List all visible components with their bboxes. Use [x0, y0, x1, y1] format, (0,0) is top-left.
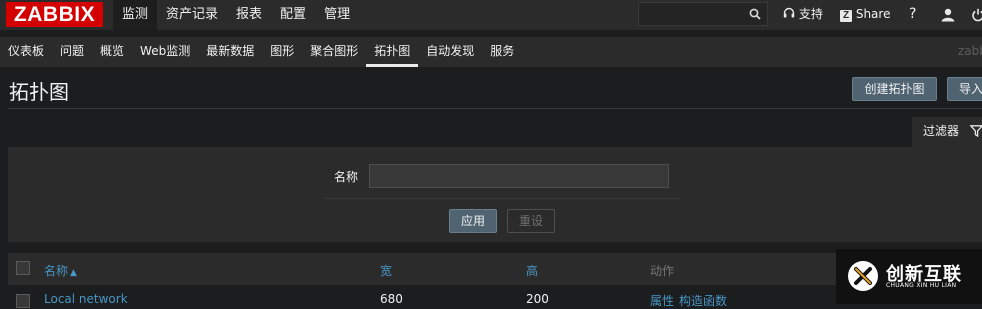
filter-name-label: 名称: [334, 170, 359, 184]
sub-menu: 仪表板 问题 概览 Web监测 最新数据 图形 聚合图形 拓扑图 自动发现 服务: [0, 37, 522, 67]
map-properties-link[interactable]: 属性: [650, 292, 674, 309]
main-menu-reports[interactable]: 报表: [227, 0, 271, 30]
column-width-header[interactable]: 宽: [380, 262, 392, 279]
help-button[interactable]: ?: [909, 0, 916, 30]
sub-menu-dashboard[interactable]: 仪表板: [0, 37, 52, 67]
watermark-logo: 创新互联 CHUANG XIN HU LIAN: [836, 249, 982, 304]
sort-ascending-icon: ▲: [70, 268, 77, 278]
sign-out-icon[interactable]: [972, 8, 982, 22]
row-checkbox[interactable]: [16, 294, 30, 308]
main-menu-inventory[interactable]: 资产记录: [157, 0, 227, 30]
apply-button[interactable]: 应用: [449, 209, 497, 233]
main-menu-monitoring[interactable]: 监测: [113, 0, 158, 30]
select-all-checkbox[interactable]: [16, 261, 30, 275]
title-divider: [8, 108, 982, 109]
map-constructor-link[interactable]: 构造函数: [679, 292, 727, 309]
reset-button[interactable]: 重设: [507, 209, 555, 233]
brand-x-icon: [848, 261, 878, 291]
headset-icon: [783, 7, 795, 18]
column-actions-header: 动作: [650, 264, 675, 278]
sub-menu-services[interactable]: 服务: [482, 37, 522, 67]
filter-icon: [970, 125, 982, 137]
column-height-header[interactable]: 高: [526, 262, 538, 279]
sub-menu-graphs[interactable]: 图形: [262, 37, 302, 67]
main-menu-administration[interactable]: 管理: [315, 0, 359, 30]
sub-navigation-bar: 仪表板 问题 概览 Web监测 最新数据 图形 聚合图形 拓扑图 自动发现 服务…: [0, 37, 982, 67]
filter-divider: [324, 198, 679, 199]
main-menu: 监测 资产记录 报表 配置 管理: [113, 0, 359, 30]
server-name-label: zabb: [958, 44, 982, 58]
sub-menu-overview[interactable]: 概览: [92, 37, 132, 67]
filter-name-input[interactable]: [369, 164, 669, 188]
create-map-button[interactable]: 创建拓扑图: [852, 77, 937, 101]
sub-menu-web[interactable]: Web监测: [132, 37, 198, 67]
watermark-subtitle: CHUANG XIN HU LIAN: [886, 282, 957, 289]
main-menu-configuration[interactable]: 配置: [271, 0, 315, 30]
filter-tab-label: 过滤器: [923, 124, 960, 138]
sub-menu-discovery[interactable]: 自动发现: [418, 37, 482, 67]
global-search-input[interactable]: [638, 2, 768, 26]
column-name-label: 名称: [44, 264, 69, 278]
support-link[interactable]: 支持: [783, 0, 823, 30]
import-button[interactable]: 导入: [947, 77, 982, 101]
share-label: Share: [855, 7, 891, 21]
column-name-header[interactable]: 名称 ▲: [44, 262, 77, 279]
sub-menu-maps[interactable]: 拓扑图: [366, 37, 419, 67]
top-navigation-bar: ZABBIX 监测 资产记录 报表 配置 管理 支持 Z Share ?: [0, 0, 982, 30]
sub-menu-problems[interactable]: 问题: [52, 37, 92, 67]
sub-menu-latest-data[interactable]: 最新数据: [198, 37, 262, 67]
sub-menu-screens[interactable]: 聚合图形: [302, 37, 366, 67]
search-icon[interactable]: [749, 8, 761, 20]
support-label: 支持: [798, 7, 823, 21]
zabbix-logo[interactable]: ZABBIX: [6, 2, 103, 27]
filter-tab[interactable]: 过滤器: [912, 117, 982, 147]
user-profile-icon[interactable]: [941, 8, 955, 22]
share-link[interactable]: Z Share: [840, 0, 890, 30]
page-title: 拓扑图: [9, 80, 69, 104]
share-badge-icon: Z: [840, 10, 852, 22]
